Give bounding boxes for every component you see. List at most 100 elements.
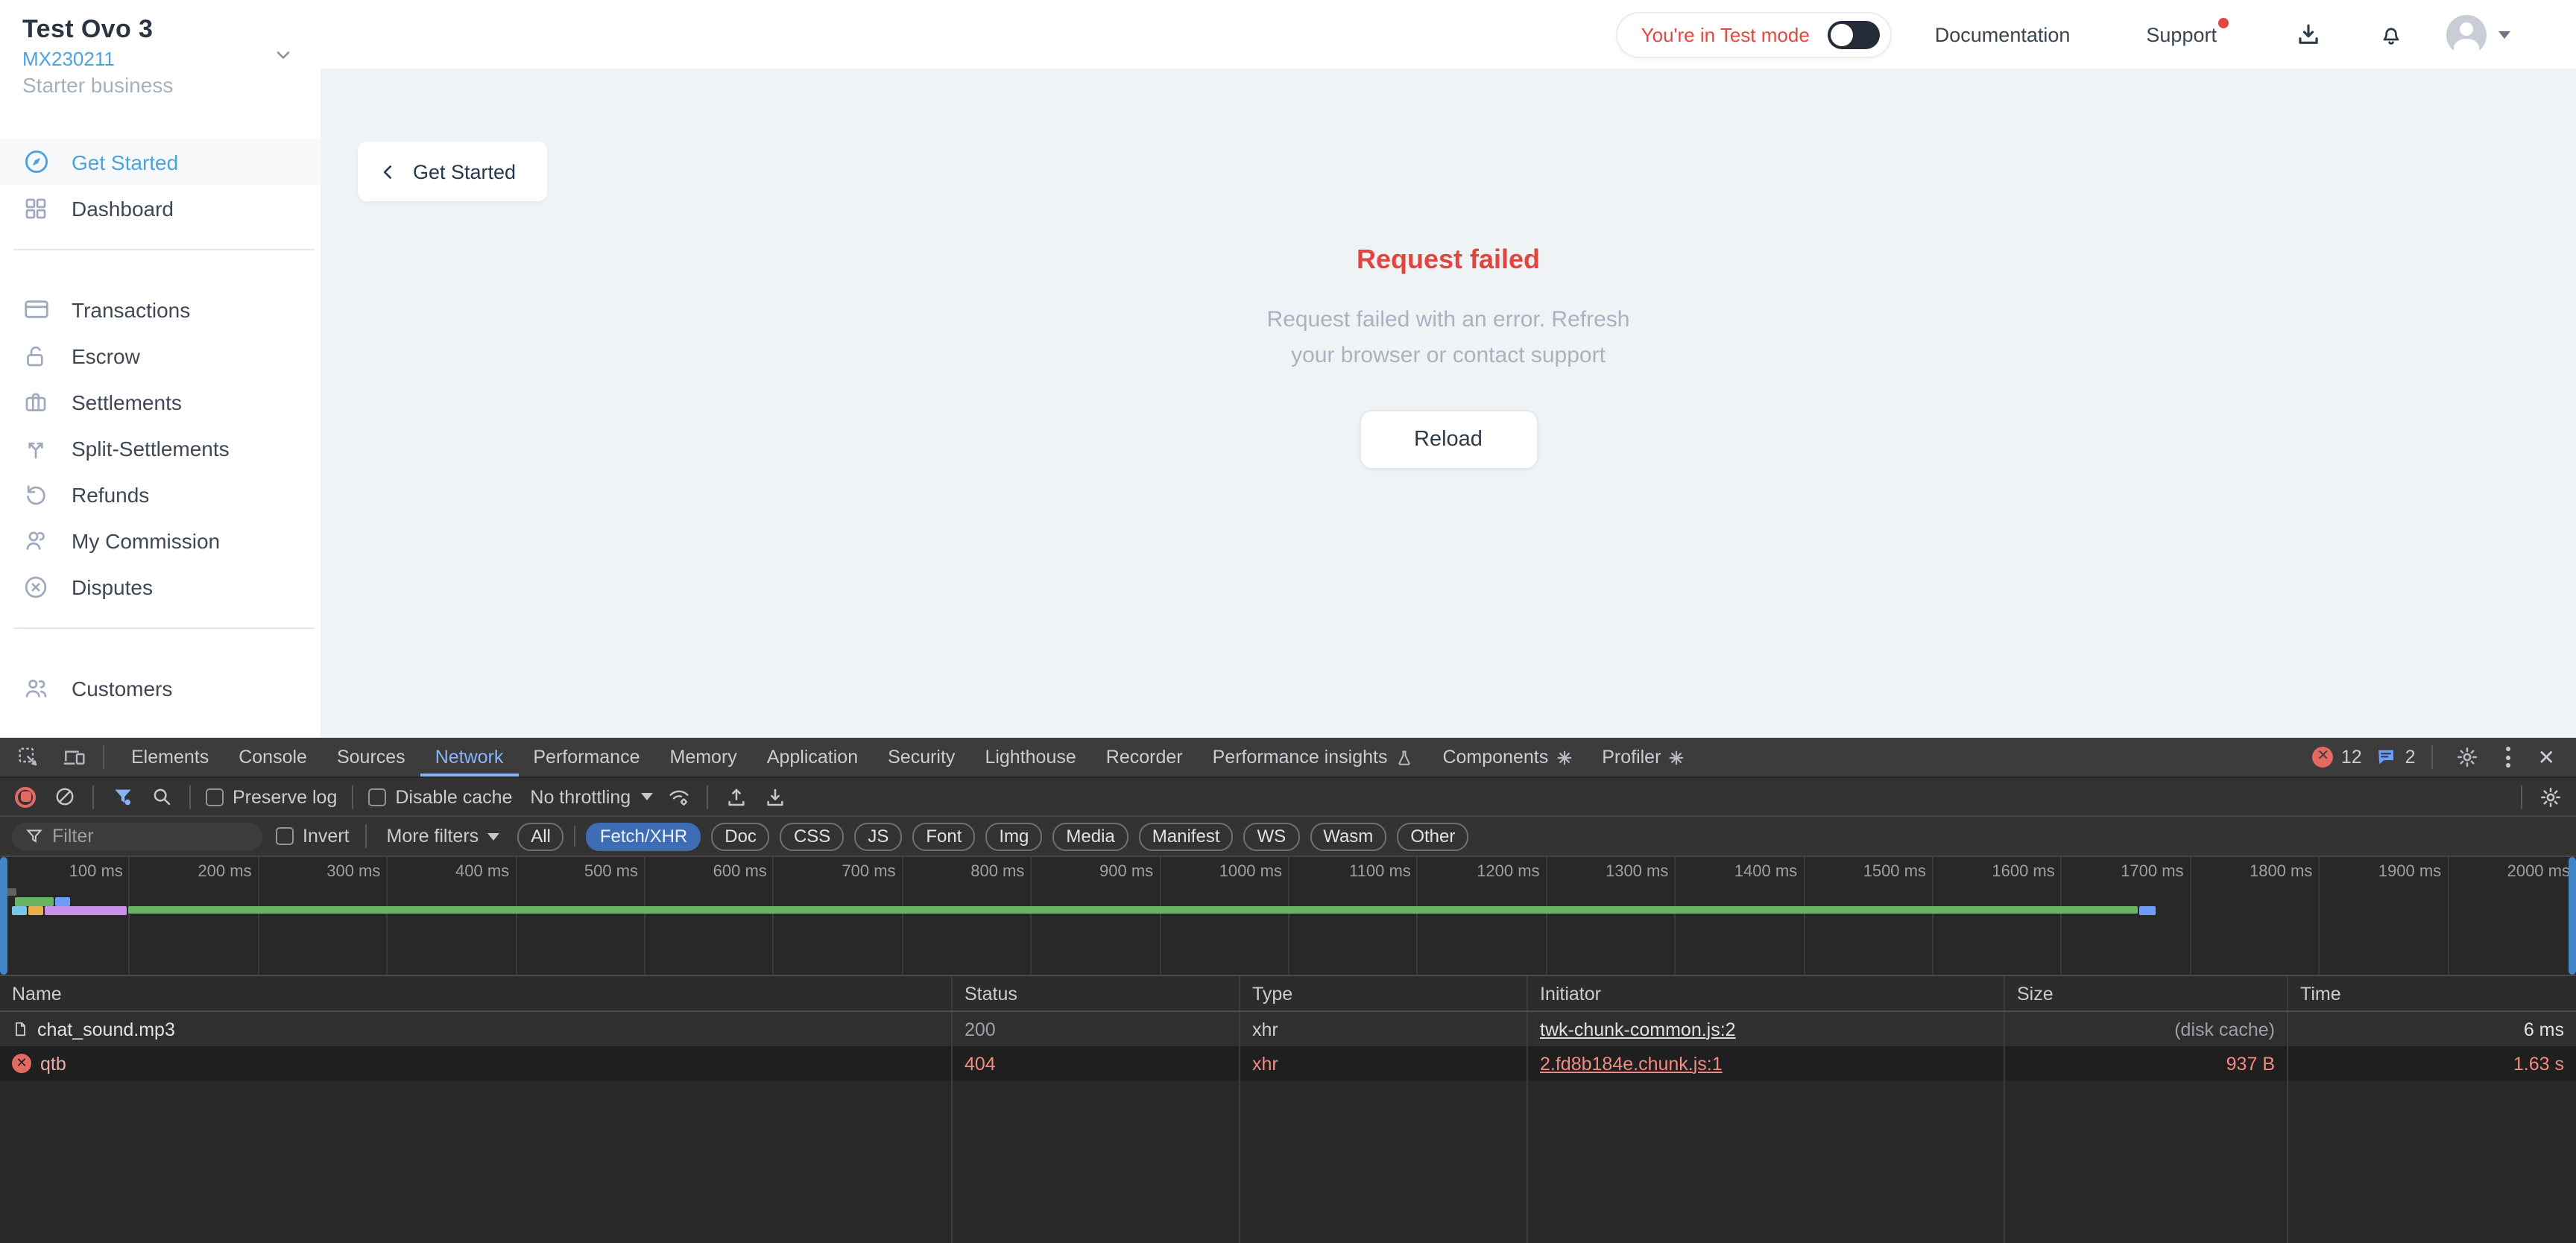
close-devtools-icon[interactable]: ✕ <box>2532 744 2561 770</box>
clear-network-log-icon[interactable] <box>51 783 78 810</box>
filter-input-pill[interactable] <box>12 822 262 850</box>
filter-type-manifest[interactable]: Manifest <box>1139 822 1234 850</box>
device-toolbar-icon[interactable] <box>55 741 91 774</box>
disable-cache-checkbox[interactable]: Disable cache <box>368 786 512 807</box>
record-network-log-button[interactable] <box>12 783 39 810</box>
filter-type-img[interactable]: Img <box>985 822 1042 850</box>
sidebar-item-settlements[interactable]: Settlements <box>0 379 321 425</box>
import-har-icon[interactable] <box>723 783 750 810</box>
reload-button[interactable]: Reload <box>1359 410 1538 469</box>
timeline-gridline <box>386 857 388 975</box>
sidebar-item-transactions[interactable]: Transactions <box>0 286 321 332</box>
filter-type-all[interactable]: All <box>517 822 564 850</box>
export-har-icon[interactable] <box>762 783 789 810</box>
tab-elements[interactable]: Elements <box>116 738 224 777</box>
tab-profiler[interactable]: Profiler <box>1587 738 1699 777</box>
column-header-name[interactable]: Name <box>0 976 953 1010</box>
devtools-panel: Elements Console Sources Network Perform… <box>0 738 2576 1243</box>
sidebar-item-get-started[interactable]: Get Started <box>0 139 321 185</box>
filter-type-wasm[interactable]: Wasm <box>1310 822 1386 850</box>
tab-security[interactable]: Security <box>873 738 970 777</box>
file-icon <box>12 1019 28 1039</box>
sidebar-item-disputes[interactable]: Disputes <box>0 563 321 610</box>
divider <box>2521 785 2522 809</box>
console-errors-badge[interactable]: ✕ 12 <box>2313 747 2362 768</box>
column-header-type[interactable]: Type <box>1240 976 1528 1010</box>
timeline-tick-label: 600 ms <box>660 863 767 882</box>
documentation-link[interactable]: Documentation <box>1935 23 2071 45</box>
screen: You're in Test mode Documentation Suppor… <box>0 0 2576 1243</box>
inspect-element-icon[interactable] <box>10 741 46 774</box>
bell-icon[interactable] <box>2378 20 2405 48</box>
sidebar-item-customers[interactable]: Customers <box>0 665 321 711</box>
filter-type-doc[interactable]: Doc <box>711 822 770 850</box>
divider <box>2432 745 2434 769</box>
tab-memory[interactable]: Memory <box>655 738 752 777</box>
test-mode-toggle[interactable] <box>1828 20 1880 48</box>
search-icon[interactable] <box>148 783 174 810</box>
invert-checkbox[interactable]: Invert <box>276 826 350 847</box>
preserve-log-checkbox[interactable]: Preserve log <box>206 786 337 807</box>
tab-recorder[interactable]: Recorder <box>1091 738 1198 777</box>
request-initiator-link[interactable]: twk-chunk-common.js:2 <box>1540 1019 1736 1040</box>
business-name: Test Ovo 3 <box>22 15 300 45</box>
table-row[interactable]: ✕ qtb 404 xhr 2.fd8b184e.chunk.js:1 937 … <box>0 1046 2576 1081</box>
back-button[interactable]: Get Started <box>358 142 547 201</box>
sidebar-item-dashboard[interactable]: Dashboard <box>0 185 321 231</box>
network-settings-gear-icon[interactable] <box>2537 783 2564 810</box>
tab-lighthouse[interactable]: Lighthouse <box>970 738 1090 777</box>
checkbox-icon[interactable] <box>368 788 386 806</box>
account-switcher-chevron-icon[interactable] <box>273 45 294 66</box>
filter-input[interactable] <box>52 826 249 847</box>
tab-components[interactable]: Components <box>1427 738 1587 777</box>
devtools-settings-gear-icon[interactable] <box>2450 741 2486 774</box>
sidebar-item-my-commission[interactable]: My Commission <box>0 517 321 563</box>
tab-sources[interactable]: Sources <box>322 738 420 777</box>
funnel-icon <box>25 827 43 845</box>
compass-icon <box>22 148 51 176</box>
filter-type-other[interactable]: Other <box>1397 822 1468 850</box>
sidebar-item-split-settlements[interactable]: Split-Settlements <box>0 425 321 471</box>
account-menu[interactable] <box>2446 14 2510 54</box>
network-conditions-icon[interactable] <box>665 783 692 810</box>
download-icon[interactable] <box>2294 20 2323 48</box>
timeline-tick-label: 1500 ms <box>1819 863 1926 882</box>
support-link[interactable]: Support <box>2146 23 2217 45</box>
column-header-initiator[interactable]: Initiator <box>1528 976 2005 1010</box>
merchant-id: MX230211 <box>22 48 300 70</box>
column-header-status[interactable]: Status <box>953 976 1240 1010</box>
sidebar-item-label: Settlements <box>72 390 182 414</box>
throttling-select[interactable]: No throttling <box>530 786 653 807</box>
filter-toggle-icon[interactable] <box>109 783 136 810</box>
issues-badge[interactable]: 2 <box>2375 747 2416 768</box>
toggle-knob <box>1831 23 1853 45</box>
tab-application[interactable]: Application <box>752 738 873 777</box>
more-filters-dropdown[interactable]: More filters <box>387 826 500 847</box>
request-initiator-link[interactable]: 2.fd8b184e.chunk.js:1 <box>1540 1053 1723 1074</box>
filter-type-ws[interactable]: WS <box>1244 822 1300 850</box>
filter-type-css[interactable]: CSS <box>780 822 844 850</box>
timeline-tick-label: 1300 ms <box>1561 863 1668 882</box>
tab-network[interactable]: Network <box>420 738 519 777</box>
checkbox-icon[interactable] <box>206 788 224 806</box>
sidebar-item-escrow[interactable]: Escrow <box>0 332 321 379</box>
checkbox-icon[interactable] <box>276 827 294 845</box>
tab-console[interactable]: Console <box>224 738 322 777</box>
column-header-time[interactable]: Time <box>2288 976 2576 1010</box>
divider <box>707 785 708 809</box>
table-row[interactable]: chat_sound.mp3 200 xhr twk-chunk-common.… <box>0 1012 2576 1046</box>
timeline-left-grip[interactable] <box>0 857 7 975</box>
timeline-tick-label: 400 ms <box>402 863 509 882</box>
tab-performance[interactable]: Performance <box>518 738 654 777</box>
more-options-icon[interactable] <box>2499 742 2519 772</box>
tab-performance-insights[interactable]: Performance insights <box>1198 738 1428 777</box>
timeline-tick-label: 900 ms <box>1046 863 1153 882</box>
filter-type-js[interactable]: JS <box>854 822 902 850</box>
timeline-right-grip[interactable] <box>2569 857 2576 975</box>
timeline-tick-label: 500 ms <box>531 863 638 882</box>
column-header-size[interactable]: Size <box>2005 976 2288 1010</box>
sidebar-item-refunds[interactable]: Refunds <box>0 471 321 517</box>
filter-type-media[interactable]: Media <box>1052 822 1128 850</box>
filter-type-font[interactable]: Font <box>912 822 975 850</box>
filter-type-fetch-xhr[interactable]: Fetch/XHR <box>587 822 701 850</box>
